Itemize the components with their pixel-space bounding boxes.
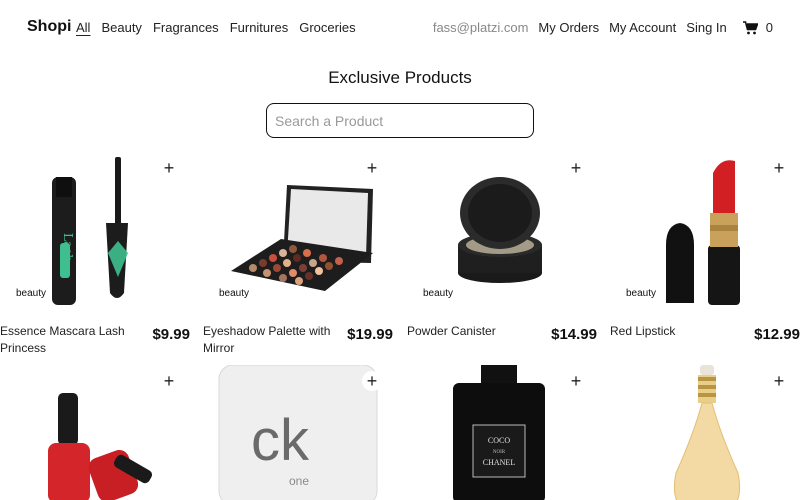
category-badge: beauty (622, 286, 661, 301)
product-price: $19.99 (347, 326, 393, 343)
category-badge: beauty (215, 286, 254, 301)
product-price: $9.99 (152, 326, 190, 343)
page-title: Exclusive Products (328, 68, 472, 87)
cart-button[interactable]: 0 (742, 20, 773, 35)
add-to-cart-button[interactable]: + (160, 159, 178, 177)
search-input[interactable] (266, 103, 534, 138)
nav-link-beauty[interactable]: Beauty (101, 20, 141, 35)
product-title: Essence Mascara Lash Princess (0, 324, 125, 355)
navbar: Shopi All Beauty Fragrances Furnitures G… (0, 0, 800, 56)
nav-link-groceries[interactable]: Groceries (299, 20, 355, 35)
svg-text:CHANEL: CHANEL (483, 458, 516, 467)
product-title: Red Lipstick (610, 324, 676, 338)
svg-text:ck: ck (251, 408, 310, 473)
add-to-cart-button[interactable]: + (770, 159, 788, 177)
category-badge: beauty (419, 286, 458, 301)
product-title: Eyeshadow Palette with Mirror (203, 324, 331, 355)
nav-link-all[interactable]: All (76, 20, 90, 35)
product-card[interactable]: + beauty Eyeshadow Palette with Mirror $… (203, 153, 393, 355)
add-to-cart-button[interactable]: + (363, 372, 381, 390)
svg-text:Lash: Lash (61, 233, 75, 262)
product-title: Powder Canister (407, 324, 496, 338)
product-card[interactable]: + beauty Red Lipstick $12.99 (610, 153, 800, 353)
product-card[interactable]: + (0, 365, 190, 500)
account-nav: fass@platzi.com My Orders My Account Sin… (433, 20, 773, 35)
product-card[interactable]: Lash + beauty Essence Mascara Lash Princ… (0, 153, 190, 355)
product-price: $12.99 (754, 326, 800, 343)
user-email: fass@platzi.com (432, 20, 529, 35)
nav-link-my-account[interactable]: My Account (609, 20, 676, 35)
shopping-cart-icon (742, 20, 758, 34)
product-card[interactable]: COCO NOIR CHANEL + (407, 365, 597, 500)
cart-count: 0 (765, 20, 773, 35)
nav-link-furnitures[interactable]: Furnitures (230, 20, 289, 35)
add-to-cart-button[interactable]: + (160, 372, 178, 390)
add-to-cart-button[interactable]: + (363, 159, 381, 177)
svg-text:one: one (289, 474, 309, 488)
product-price: $14.99 (551, 326, 597, 343)
nav-link-fragrances[interactable]: Fragrances (153, 20, 219, 35)
add-to-cart-button[interactable]: + (567, 372, 585, 390)
svg-text:COCO: COCO (488, 436, 510, 445)
product-card[interactable]: + (610, 365, 800, 500)
brand-logo[interactable]: Shopi (27, 18, 71, 36)
nav-link-my-orders[interactable]: My Orders (538, 20, 599, 35)
svg-text:NOIR: NOIR (493, 450, 506, 455)
category-badge: beauty (12, 286, 51, 301)
nav-link-sign-in[interactable]: Sing In (686, 20, 726, 35)
product-card[interactable]: + beauty Powder Canister $14.99 (407, 153, 597, 353)
product-card[interactable]: ck one + (203, 365, 393, 500)
category-nav: All Beauty Fragrances Furnitures Groceri… (76, 20, 356, 35)
add-to-cart-button[interactable]: + (567, 159, 585, 177)
add-to-cart-button[interactable]: + (770, 372, 788, 390)
